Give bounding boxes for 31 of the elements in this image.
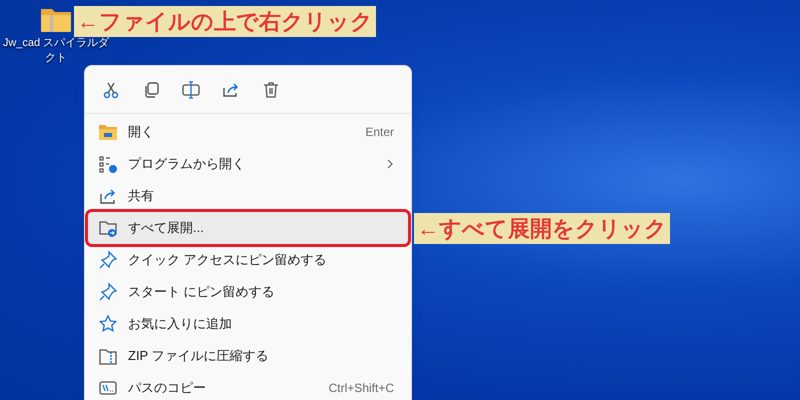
- annotation-callout: ←すべて展開をクリック: [414, 213, 670, 244]
- annotation-callout: ←ファイルの上で右クリック: [74, 6, 376, 37]
- menu-item[interactable]: お気に入りに追加: [88, 308, 408, 340]
- delete-icon: [261, 80, 281, 100]
- menu-item[interactable]: すべて展開...: [88, 212, 408, 244]
- star-icon: [98, 314, 118, 334]
- rename-icon: [181, 80, 201, 100]
- menu-item[interactable]: 開く Enter: [88, 116, 408, 148]
- menu-item-label: スタート にピン留めする: [128, 283, 276, 302]
- menu-item[interactable]: プログラムから開く: [88, 148, 408, 180]
- menu-item[interactable]: パスのコピー Ctrl+Shift+C: [88, 372, 408, 400]
- app-list-icon: [98, 154, 118, 174]
- pin-icon: [98, 282, 118, 302]
- menu-item[interactable]: スタート にピン留めする: [88, 276, 408, 308]
- menu-item-label: パスのコピー: [128, 379, 207, 398]
- menu-item-label: すべて展開...: [128, 219, 205, 238]
- menu-item-label: 共有: [128, 187, 155, 206]
- menu-item-label: 開く: [128, 123, 155, 142]
- menu-item[interactable]: クイック アクセスにピン留めする: [88, 244, 408, 276]
- folder-icon: [98, 122, 118, 142]
- shortcut-text: Enter: [365, 124, 394, 141]
- menu-item[interactable]: 共有: [88, 180, 408, 212]
- menu-item-label: クイック アクセスにピン留めする: [128, 251, 328, 270]
- pin-icon: [98, 250, 118, 270]
- file-name: Jw_cad スパイラルダクト: [2, 36, 110, 66]
- menu-item[interactable]: ZIP ファイルに圧縮する: [88, 340, 408, 372]
- menu-item-label: ZIP ファイルに圧縮する: [128, 347, 270, 366]
- menu-item-label: プログラムから開く: [128, 155, 246, 174]
- shortcut-text: Ctrl+Shift+C: [328, 380, 394, 397]
- zip-folder-icon[interactable]: [40, 6, 72, 34]
- menu-item-label: お気に入りに追加: [128, 315, 233, 334]
